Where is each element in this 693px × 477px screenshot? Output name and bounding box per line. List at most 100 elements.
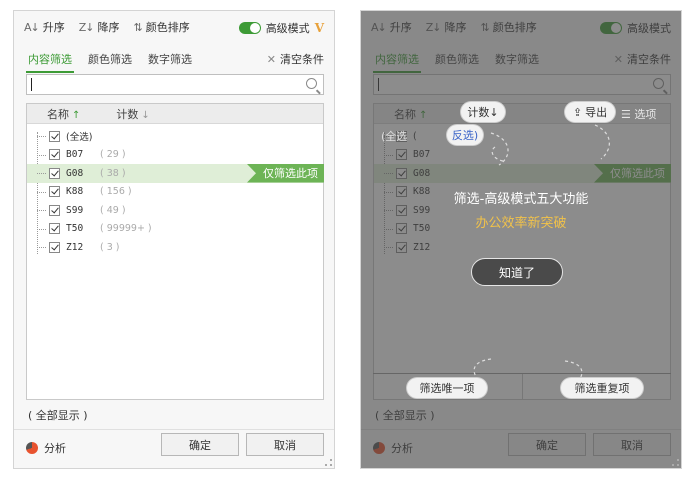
tree-branch [37, 210, 46, 211]
paren-close-label: ) [473, 128, 479, 142]
tab-color-filter[interactable]: 颜色筛选 [86, 49, 134, 71]
item-count: ( 38 ) [100, 167, 126, 179]
guide-invert-label: 反选 [451, 129, 474, 142]
item-name: G08 [66, 167, 84, 179]
clear-conditions-button[interactable]: ✕ 清空条件 [267, 51, 324, 67]
tree-branch [37, 247, 46, 248]
tab-content-filter[interactable]: 内容筛选 [26, 49, 74, 73]
color-sort-icon: ⇅ [133, 20, 143, 34]
item-name: K88 [66, 186, 84, 198]
list-item[interactable]: S99 ( 49 ) [27, 201, 323, 220]
divider [522, 374, 523, 400]
search-input[interactable] [26, 74, 324, 95]
arrow-up-icon: ↑ [72, 109, 81, 121]
clear-conditions-label: 清空条件 [280, 53, 324, 66]
item-name: S99 [66, 204, 84, 216]
footer: 分析 确定 取消 [14, 429, 334, 465]
guide-subtitle: 办公效率新突破 [475, 216, 567, 231]
count-column-header[interactable]: 计数 ↓ [116, 106, 149, 122]
connector-swirl [594, 124, 610, 160]
advanced-mode: 高级模式 V [238, 20, 324, 36]
tree-branch [37, 136, 46, 137]
arrow-down-icon: ↓ [141, 109, 150, 121]
item-count: ( 3 ) [100, 241, 120, 253]
guide-export-pill[interactable]: ⇪ 导出 [565, 102, 615, 122]
tree-branch [37, 173, 46, 174]
tree-branch [37, 154, 46, 156]
guide-export-label: 导出 [585, 106, 608, 119]
analyze-button[interactable]: 分析 [26, 440, 66, 456]
checkbox[interactable] [49, 204, 60, 216]
close-icon: ✕ [266, 53, 276, 66]
checkbox[interactable] [49, 167, 60, 179]
item-count: ( 99999+ ) [100, 223, 152, 235]
guide-options[interactable]: ☰ 选项 [621, 106, 656, 122]
text-caret [31, 78, 32, 91]
sort-ascending-button[interactable]: A↓ 升序 [24, 19, 65, 35]
filter-panel: A↓ 升序 Z↓ 降序 ⇅ 颜色排序 高级模式 V 内容筛选 颜色筛选 数字筛选… [13, 10, 335, 469]
name-column-label: 名称 [47, 107, 69, 121]
ok-button[interactable]: 确定 [161, 433, 239, 456]
guide-overlay [361, 11, 681, 468]
guide-title: 筛选-高级模式五大功能 [453, 192, 589, 207]
guide-select-all-text: (全选 [381, 126, 427, 146]
guide-count-pill[interactable]: 计数↓ [461, 102, 505, 122]
show-all-link[interactable]: ( 全部显示 ) [28, 407, 88, 423]
checkbox[interactable] [49, 130, 60, 142]
search-icon[interactable] [306, 78, 317, 89]
item-name: (全选) [66, 132, 93, 144]
name-column-header[interactable]: 名称↑ [47, 106, 80, 122]
color-sort-label: 颜色排序 [145, 21, 190, 34]
checkbox[interactable] [49, 149, 60, 161]
guide-unique-pill[interactable]: 筛选唯一项 [407, 378, 487, 398]
item-name: B07 [66, 149, 84, 161]
guide-select-all-label: 全选 [385, 130, 408, 143]
tree-branch [37, 228, 46, 230]
guide-duplicate-pill[interactable]: 筛选重复项 [561, 378, 643, 398]
vip-badge-icon: V [314, 21, 324, 35]
advanced-mode-toggle[interactable] [238, 22, 261, 34]
sort-descending-button[interactable]: Z↓ 降序 [79, 19, 120, 35]
tab-number-filter[interactable]: 数字筛选 [146, 49, 194, 71]
checkbox[interactable] [49, 223, 60, 235]
guide-invert-pill[interactable]: 反选) [447, 125, 483, 145]
checkbox[interactable] [49, 186, 60, 198]
list-item[interactable]: B07 ( 29 ) [27, 146, 323, 165]
got-it-button[interactable]: 知道了 [471, 258, 563, 286]
item-count: ( 29 ) [100, 149, 126, 161]
list-icon: ☰ [621, 108, 635, 121]
pie-chart-icon [26, 442, 38, 454]
advanced-mode-label: 高级模式 [265, 22, 310, 35]
connector-swirl [490, 132, 509, 166]
color-sort-button[interactable]: ⇅ 颜色排序 [134, 19, 190, 35]
tree-branch [37, 191, 46, 193]
value-list: 名称 ↑ 计数 ↓ (全选) B07 ( 29 ) G08 ( 38 ) 仅筛选此项 K8… [26, 103, 324, 400]
sort-asc-label: 升序 [42, 21, 65, 34]
list-body: (全选) B07 ( 29 ) G08 ( 38 ) 仅筛选此项 K88 ( 156 )… [27, 124, 324, 257]
guide-options-label: 选项 [634, 108, 657, 121]
list-item[interactable]: T50 ( 99999+ ) [27, 220, 323, 239]
export-icon: ⇪ [572, 105, 583, 119]
cancel-button[interactable]: 取消 [246, 433, 324, 456]
sort-asc-icon: A↓ [24, 20, 40, 34]
checkbox[interactable] [49, 241, 60, 253]
item-count: ( 49 ) [100, 204, 126, 216]
analyze-label: 分析 [44, 442, 66, 455]
list-item[interactable]: G08 ( 38 ) 仅筛选此项 [27, 164, 324, 183]
item-name: Z12 [66, 241, 84, 253]
filter-tabs: 内容筛选 颜色筛选 数字筛选 ✕ 清空条件 [26, 49, 324, 73]
list-item[interactable]: Z12 ( 3 ) [27, 238, 323, 257]
list-item[interactable]: K88 ( 156 ) [27, 183, 323, 202]
resize-grip-icon[interactable] [672, 459, 679, 466]
filter-panel-guide: A↓ 升序 Z↓ 降序 ⇅ 颜色排序 高级模式 内容筛选 颜色筛选 数字筛选 ✕… [360, 10, 682, 469]
sort-desc-label: 降序 [97, 21, 120, 34]
list-item[interactable]: (全选) [27, 127, 323, 146]
filter-only-this-button[interactable]: 仅筛选此项 [247, 164, 324, 183]
list-header: 名称 ↑ 计数 ↓ [27, 104, 323, 124]
sort-desc-icon: Z↓ [78, 20, 95, 34]
count-column-label: 计数 [116, 107, 139, 121]
toolbar: A↓ 升序 Z↓ 降序 ⇅ 颜色排序 高级模式 V [14, 11, 334, 43]
resize-grip-icon[interactable] [325, 459, 332, 466]
item-count: ( 156 ) [100, 186, 132, 198]
item-name: T50 [66, 223, 84, 235]
